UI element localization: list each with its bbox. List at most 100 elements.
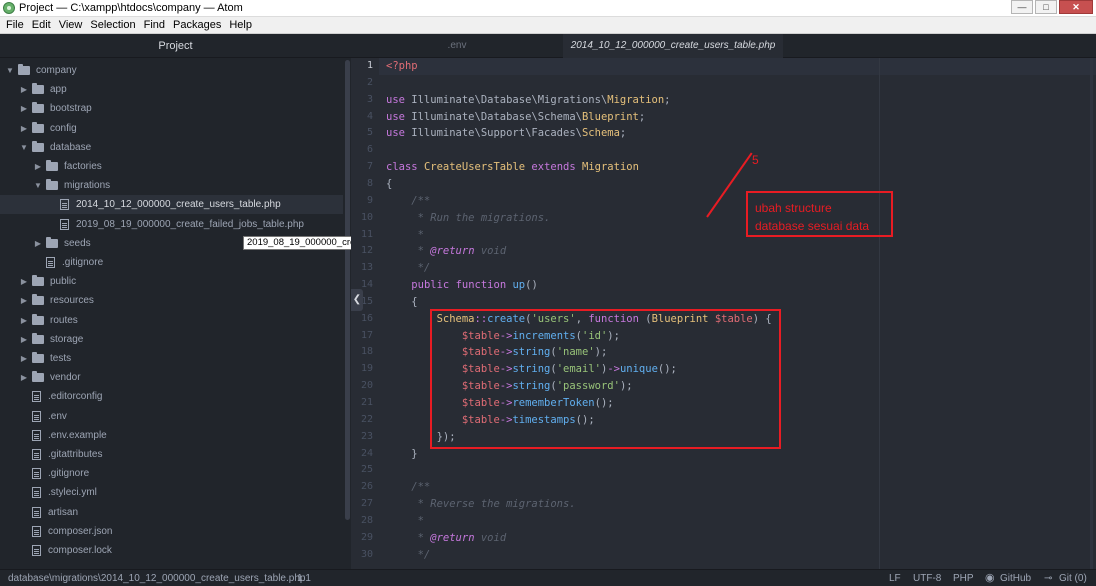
status-github[interactable]: GitHub bbox=[1000, 570, 1031, 586]
tree-item-label: migrations bbox=[64, 180, 111, 192]
close-button[interactable]: ✕ bbox=[1059, 0, 1093, 14]
editor-scrollbar[interactable] bbox=[1090, 58, 1093, 569]
code-line[interactable]: use Illuminate\Support\Facades\Schema; bbox=[386, 125, 626, 142]
code-line[interactable]: * @return void bbox=[386, 243, 507, 260]
tree-file[interactable]: composer.lock bbox=[0, 541, 343, 560]
tree-scrollbar[interactable] bbox=[345, 60, 350, 520]
code-line[interactable]: <?php bbox=[386, 58, 418, 75]
code-line[interactable]: public function up() bbox=[386, 277, 537, 294]
tree-folder[interactable]: ▶ factories bbox=[0, 157, 343, 176]
tree-file[interactable]: 2014_10_12_000000_create_users_table.php bbox=[0, 195, 343, 215]
chevron-right-icon: ▶ bbox=[20, 334, 28, 344]
tree-file[interactable]: .styleci.yml bbox=[0, 483, 343, 502]
code-line[interactable]: use Illuminate\Database\Migrations\Migra… bbox=[386, 92, 671, 109]
note-line-2: database sesuai data bbox=[755, 219, 870, 233]
code-line[interactable]: */ bbox=[386, 260, 431, 277]
tree-folder[interactable]: ▶ routes bbox=[0, 311, 343, 330]
code-line[interactable]: { bbox=[386, 294, 417, 311]
tree-item-label: composer.lock bbox=[48, 545, 112, 556]
status-line-ending[interactable]: LF bbox=[889, 570, 901, 586]
tree-file[interactable]: .editorconfig bbox=[0, 387, 343, 406]
code-line[interactable]: /** bbox=[386, 479, 430, 496]
tree-folder[interactable]: ▶ vendor bbox=[0, 368, 343, 387]
tree-folder[interactable]: ▼ migrations bbox=[0, 176, 343, 195]
folder-icon bbox=[46, 236, 58, 248]
line-number: 16 bbox=[360, 312, 373, 324]
tree-folder[interactable]: ▼ company bbox=[0, 61, 343, 80]
tree-file[interactable]: 2019_08_19_000000_create_failed_jobs_tab… bbox=[0, 215, 343, 234]
file-icon bbox=[32, 468, 41, 480]
line-number: 26 bbox=[360, 481, 373, 493]
folder-icon bbox=[32, 352, 44, 363]
line-number: 20 bbox=[360, 380, 373, 392]
status-cursor-position[interactable]: 1:1 bbox=[297, 570, 311, 586]
code-line[interactable]: * bbox=[386, 513, 424, 530]
tab-env[interactable]: .env bbox=[351, 34, 563, 58]
note-line-1: ubah structure bbox=[755, 201, 832, 215]
tree-folder[interactable]: ▶ public bbox=[0, 272, 343, 291]
menu-help[interactable]: Help bbox=[225, 19, 256, 31]
tree-file[interactable]: .gitattributes bbox=[0, 445, 343, 464]
tree-file[interactable]: .env bbox=[0, 407, 343, 426]
code-line[interactable]: /** bbox=[386, 193, 430, 210]
line-number: 27 bbox=[360, 498, 373, 510]
menu-find[interactable]: Find bbox=[140, 19, 169, 31]
maximize-button[interactable]: □ bbox=[1035, 0, 1057, 14]
tree-folder[interactable]: ▶ app bbox=[0, 80, 343, 99]
tree-header: Project bbox=[0, 34, 351, 58]
chevron-right-icon: ▶ bbox=[20, 123, 28, 133]
tree-file[interactable]: composer.json bbox=[0, 522, 343, 541]
tree-item-label: vendor bbox=[50, 372, 81, 384]
tree-folder[interactable]: ▶ config bbox=[0, 119, 343, 138]
tree-folder[interactable]: ▶ bootstrap bbox=[0, 99, 343, 118]
menu-edit[interactable]: Edit bbox=[28, 19, 55, 31]
folder-icon bbox=[32, 294, 44, 306]
code-line[interactable]: * @return void bbox=[386, 530, 507, 547]
file-icon bbox=[32, 545, 41, 556]
line-number: 3 bbox=[366, 93, 373, 105]
chevron-left-icon[interactable]: ❮ bbox=[351, 289, 363, 311]
file-icon bbox=[46, 257, 55, 268]
git-icon: ⊸ bbox=[1044, 573, 1053, 584]
chevron-right-icon: ▶ bbox=[20, 354, 28, 363]
tree-folder[interactable]: ▶ storage bbox=[0, 330, 343, 349]
tree-file[interactable]: .env.example bbox=[0, 426, 343, 445]
file-icon bbox=[32, 506, 41, 518]
status-git[interactable]: Git (0) bbox=[1059, 570, 1087, 586]
code-line[interactable]: use Illuminate\Database\Schema\Blueprint… bbox=[386, 109, 645, 126]
tree-item-label: .gitignore bbox=[48, 468, 90, 480]
tree-folder[interactable]: ▶ resources bbox=[0, 291, 343, 310]
folder-icon bbox=[46, 179, 58, 191]
code-line[interactable]: { bbox=[386, 176, 392, 193]
folder-icon bbox=[32, 313, 44, 325]
menu-view[interactable]: View bbox=[55, 19, 87, 31]
status-grammar[interactable]: PHP bbox=[953, 570, 974, 586]
status-file-path[interactable]: database\migrations\2014_10_12_000000_cr… bbox=[8, 570, 305, 586]
tab-create-users-table[interactable]: 2014_10_12_000000_create_users_table.php bbox=[563, 34, 783, 58]
tree-file[interactable]: .gitignore bbox=[0, 253, 343, 272]
status-encoding[interactable]: UTF-8 bbox=[913, 570, 941, 586]
tree-item-label: routes bbox=[50, 314, 78, 326]
tree-file[interactable]: artisan bbox=[0, 503, 343, 522]
code-line[interactable]: * bbox=[386, 227, 424, 244]
code-line[interactable]: } bbox=[386, 446, 417, 463]
tree-folder[interactable]: ▶ tests bbox=[0, 349, 343, 368]
tree-folder[interactable]: ▼ database bbox=[0, 138, 343, 157]
window-title: Project — C:\xampp\htdocs\company — Atom bbox=[19, 2, 243, 14]
tree-file[interactable]: .gitignore bbox=[0, 464, 343, 483]
code-line[interactable]: * Reverse the migrations. bbox=[386, 496, 576, 513]
code-line[interactable]: * Run the migrations. bbox=[386, 210, 551, 227]
chevron-right-icon: ▶ bbox=[20, 373, 28, 383]
code-line[interactable]: */ bbox=[386, 547, 431, 564]
minimize-button[interactable]: — bbox=[1011, 0, 1033, 14]
tree-item-label: config bbox=[50, 122, 77, 134]
tree-item-label: artisan bbox=[48, 506, 79, 518]
code-highlight-box bbox=[430, 309, 781, 449]
code-line[interactable]: class CreateUsersTable extends Migration bbox=[386, 159, 639, 176]
file-icon bbox=[32, 449, 41, 460]
menu-packages[interactable]: Packages bbox=[169, 19, 225, 31]
chevron-right-icon: ▶ bbox=[20, 296, 28, 306]
menu-bar: File Edit View Selection Find Packages H… bbox=[0, 17, 1096, 34]
menu-selection[interactable]: Selection bbox=[86, 19, 139, 31]
menu-file[interactable]: File bbox=[2, 19, 28, 31]
